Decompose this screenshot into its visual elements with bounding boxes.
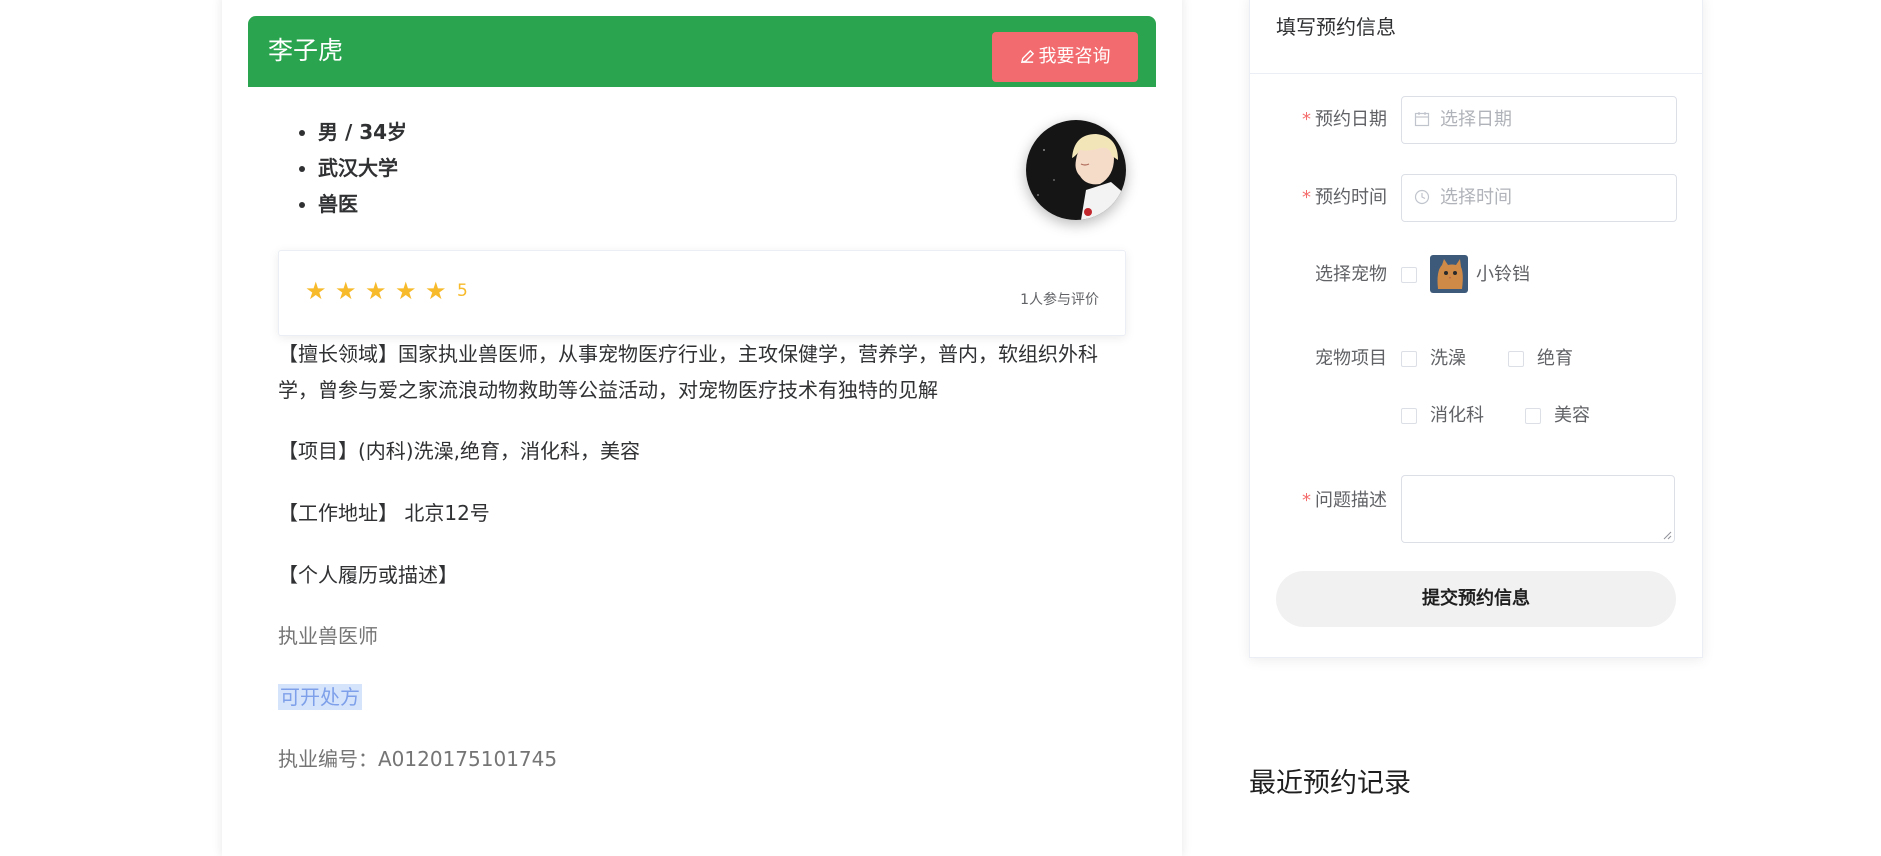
star-icon[interactable]: ★ xyxy=(335,277,365,305)
pet-avatar xyxy=(1430,255,1468,293)
doctor-title-text: 执业兽医师 xyxy=(278,624,378,648)
project-checkbox-bath[interactable] xyxy=(1401,351,1417,367)
form-title: 填写预约信息 xyxy=(1276,15,1396,39)
rating-stars[interactable]: ★ ★ ★ ★ ★ 5 xyxy=(305,277,468,305)
doctor-school: 武汉大学 xyxy=(318,150,407,186)
resize-handle-icon[interactable] xyxy=(1663,531,1672,540)
calendar-icon xyxy=(1414,111,1430,131)
submit-button[interactable]: 提交预约信息 xyxy=(1276,571,1676,627)
project-label: 宠物项目 xyxy=(1315,348,1387,369)
specialty-text: 【擅长领域】国家执业兽医师，从事宠物医疗行业，主攻保健学，营养学，普内，软组织外… xyxy=(278,342,1098,402)
time-picker-input[interactable]: 选择时间 xyxy=(1401,174,1677,222)
date-picker-input[interactable]: 选择日期 xyxy=(1401,96,1677,144)
doctor-name: 李子虎 xyxy=(268,36,344,65)
doctor-header: 李子虎 我要咨询 xyxy=(248,16,1156,87)
doctor-card: 李子虎 我要咨询 男 / 34岁 武汉大学 兽医 ★ ★ ★ ★ ★ xyxy=(222,0,1182,856)
pen-icon xyxy=(1020,34,1035,84)
star-icon[interactable]: ★ xyxy=(365,277,395,305)
doctor-profession: 兽医 xyxy=(318,186,407,222)
resume-heading: 【个人履历或描述】 xyxy=(278,563,458,587)
consult-button-label: 我要咨询 xyxy=(1038,46,1111,67)
pet-name: 小铃铛 xyxy=(1476,264,1530,285)
project-bath-label: 洗澡 xyxy=(1430,348,1466,369)
star-icon[interactable]: ★ xyxy=(425,277,455,305)
doctor-info-list: 男 / 34岁 武汉大学 兽医 xyxy=(278,114,407,222)
rating-score: 5 xyxy=(457,281,468,301)
problem-label: * 问题描述 xyxy=(1302,490,1387,511)
clock-icon xyxy=(1414,189,1430,209)
rating-count: 1人参与评价 xyxy=(1020,292,1099,308)
project-digestive-label: 消化科 xyxy=(1430,405,1484,426)
projects-text: 【项目】(内科)洗澡,绝育，消化科，美容 xyxy=(278,439,640,463)
pet-checkbox[interactable] xyxy=(1401,267,1417,283)
license-number: 执业编号：A0120175101745 xyxy=(278,747,558,771)
doctor-gender-age: 男 / 34岁 xyxy=(318,114,407,150)
recent-bookings-title: 最近预约记录 xyxy=(1249,768,1411,799)
project-checkbox-grooming[interactable] xyxy=(1525,408,1541,424)
doctor-avatar xyxy=(1026,120,1126,220)
problem-textarea[interactable] xyxy=(1401,475,1675,543)
project-neuter-label: 绝育 xyxy=(1537,348,1573,369)
rating-box: ★ ★ ★ ★ ★ 5 1人参与评价 xyxy=(278,250,1126,336)
address-text: 【工作地址】 北京12号 xyxy=(278,501,490,525)
star-icon[interactable]: ★ xyxy=(395,277,425,305)
pet-label: 选择宠物 xyxy=(1315,264,1387,285)
star-icon[interactable]: ★ xyxy=(305,277,335,305)
date-label: * 预约日期 xyxy=(1302,109,1387,130)
project-checkbox-digestive[interactable] xyxy=(1401,408,1417,424)
time-placeholder: 选择时间 xyxy=(1440,187,1512,208)
time-label: * 预约时间 xyxy=(1302,187,1387,208)
project-checkbox-neuter[interactable] xyxy=(1508,351,1524,367)
project-grooming-label: 美容 xyxy=(1554,405,1590,426)
form-divider xyxy=(1250,73,1702,74)
consult-button[interactable]: 我要咨询 xyxy=(992,32,1138,82)
prescribe-text: 可开处方 xyxy=(278,684,362,710)
date-placeholder: 选择日期 xyxy=(1440,109,1512,130)
booking-form-card: 填写预约信息 * 预约日期 选择日期 * 预约时间 选择时间 选择宠物 小铃铛 宠物… xyxy=(1249,0,1703,658)
